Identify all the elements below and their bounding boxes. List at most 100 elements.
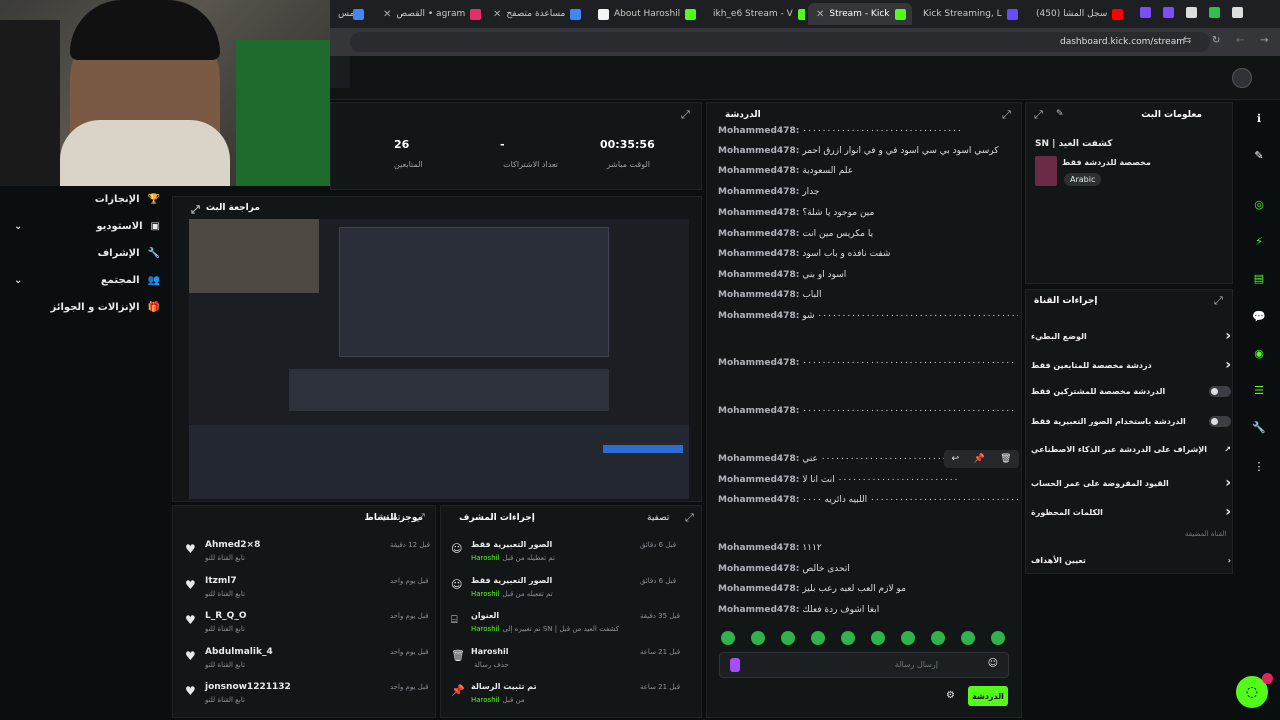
chat-username[interactable]: Mohammed478: [718, 584, 799, 594]
chat-username[interactable]: Mohammed478: [718, 290, 799, 300]
activity-username[interactable]: jonsnow1221132 [205, 682, 291, 692]
expand-icon[interactable]: ⤢ [191, 203, 200, 217]
mod-action-user[interactable]: Haroshil [471, 696, 500, 704]
camera-icon[interactable]: ◎ [1247, 192, 1271, 216]
extension-icon[interactable] [1163, 7, 1174, 18]
sidebar-item-studio[interactable]: ⌄ الاستوديو ▣ [2, 213, 172, 239]
expand-icon[interactable]: ⤢ [685, 511, 694, 525]
chat-username[interactable]: Mohammed478: [718, 605, 799, 615]
install-icon[interactable]: ⇆ [1183, 35, 1191, 46]
browser-tab-active[interactable]: ✕ Stream - Kick [808, 3, 912, 25]
close-icon[interactable]: ✕ [383, 9, 391, 20]
channel-option[interactable]: القيود المفروضة على عمر الحساب › [1031, 475, 1231, 491]
emote-icon[interactable] [961, 631, 975, 645]
header-search-stub[interactable] [330, 56, 350, 88]
sidebar-item-moderation[interactable]: الإشراف 🔧 [2, 240, 172, 266]
chat-username[interactable]: Mohammed478: [718, 187, 799, 197]
browser-tab[interactable]: ✕ القصص • agram [375, 3, 485, 25]
edit-icon[interactable]: ✎ [1056, 109, 1064, 119]
browser-tab[interactable]: Kick Streaming, L [915, 3, 1025, 25]
browser-tab[interactable]: (450) سجل المشا [1028, 3, 1128, 25]
reload-icon[interactable]: ↻ [1212, 35, 1220, 46]
expand-icon[interactable]: ⤢ [1002, 108, 1011, 122]
emote-icon[interactable] [841, 631, 855, 645]
extension-icon[interactable] [1186, 7, 1197, 18]
broadcast-icon[interactable]: ◉ [1247, 341, 1271, 365]
close-icon[interactable]: ✕ [816, 9, 824, 20]
extension-icon[interactable] [1209, 7, 1220, 18]
chat-username[interactable]: Mohammed478: [718, 543, 799, 553]
browser-tab[interactable]: ✕ مساعدة متصفح [485, 3, 585, 25]
chat-username[interactable]: Mohammed478: [718, 229, 799, 239]
stream-video[interactable] [189, 219, 689, 499]
emoji-icon[interactable]: ☺ [988, 658, 998, 669]
activity-username[interactable]: Ahmed2×8 [205, 540, 260, 550]
chat-icon[interactable]: 💬 [1247, 304, 1271, 328]
emote-icon[interactable] [931, 631, 945, 645]
extension-icon[interactable] [1232, 7, 1243, 18]
emote-icon[interactable] [991, 631, 1005, 645]
mod-action-user[interactable]: Haroshil [471, 554, 500, 562]
avatar[interactable] [1232, 68, 1252, 88]
chat-username[interactable]: Mohammed478: [718, 126, 799, 136]
reply-icon[interactable]: ↩ [951, 454, 959, 464]
emote-icon[interactable] [751, 631, 765, 645]
chat-send-button[interactable]: الدردشة [968, 686, 1008, 706]
info-icon[interactable]: ℹ [1247, 106, 1271, 130]
external-link-icon[interactable]: ↗ [1224, 445, 1231, 454]
channel-option[interactable]: الكلمات المحظورة › [1031, 504, 1231, 520]
sidebar-item-achievements[interactable]: الإنجازات 🏆 [2, 186, 172, 212]
grid-icon[interactable]: ⋮ [1247, 454, 1271, 478]
emote-icon[interactable] [721, 631, 735, 645]
chat-username[interactable]: Mohammed478: [718, 495, 799, 505]
activity-username[interactable]: L_R_Q_O [205, 611, 246, 621]
forward-icon[interactable]: → [1260, 35, 1268, 46]
expand-icon[interactable]: ⤢ [1034, 108, 1043, 122]
back-icon[interactable]: ← [1236, 35, 1244, 46]
pencil-icon[interactable]: ✎ [1247, 143, 1271, 167]
stream-category[interactable]: مخصصة للدردشة فقط [1062, 158, 1151, 167]
lightning-icon[interactable]: ⚡ [1247, 229, 1271, 253]
pin-icon[interactable]: 📌 [974, 454, 985, 464]
channel-option[interactable]: الوضع البطيء › [1031, 328, 1231, 344]
gear-icon[interactable]: ⚙ [946, 690, 955, 701]
chat-username[interactable]: Mohammed478: [718, 311, 799, 321]
chat-username[interactable]: Mohammed478: [718, 208, 799, 218]
chat-username[interactable]: Mohammed478: [718, 358, 799, 368]
close-icon[interactable]: ✕ [493, 9, 501, 20]
sidebar-item-community[interactable]: ⌄ المجتمع 👥 [2, 267, 172, 293]
chat-username[interactable]: Mohammed478: [718, 475, 799, 485]
activity-username[interactable]: Abdulmalik_4 [205, 647, 273, 657]
chat-input[interactable]: إرسال رسالة ☺ [719, 652, 1009, 678]
extension-icon[interactable] [1140, 7, 1151, 18]
chat-username[interactable]: Mohammed478: [718, 270, 799, 280]
channel-option[interactable]: الدردشة باستخدام الصور التعبيرية فقط [1031, 416, 1231, 427]
emote-icon[interactable] [811, 631, 825, 645]
channel-option[interactable]: دردشة مخصصة للمتابعين فقط › [1031, 357, 1231, 373]
browser-tab[interactable]: About Haroshil [590, 3, 700, 25]
mod-action-user[interactable]: Haroshil [471, 590, 500, 598]
browser-tab[interactable] [345, 3, 375, 25]
chat-username[interactable]: Mohammed478: [718, 146, 799, 156]
toggle-switch[interactable] [1209, 416, 1231, 427]
activity-username[interactable]: Itzml7 [205, 576, 237, 586]
expand-icon[interactable]: ⤢ [416, 511, 425, 525]
emote-icon[interactable] [781, 631, 795, 645]
mic-icon[interactable] [730, 658, 740, 672]
chat-username[interactable]: Mohammed478: [718, 406, 799, 416]
set-goals-button[interactable]: تعيين الأهداف › [1031, 556, 1231, 565]
list-icon[interactable]: ☰ [1247, 378, 1271, 402]
chat-username[interactable]: Mohammed478: [718, 249, 799, 259]
chat-username[interactable]: Mohammed478: [718, 454, 799, 464]
expand-icon[interactable]: ⤢ [1214, 294, 1223, 308]
channel-option[interactable]: الدردشة مخصصة للمشتركين فقط [1031, 386, 1231, 397]
chat-username[interactable]: Mohammed478: [718, 564, 799, 574]
emote-icon[interactable] [901, 631, 915, 645]
toggle-switch[interactable] [1209, 386, 1231, 397]
delete-icon[interactable]: 🗑 [1000, 454, 1011, 464]
channel-option[interactable]: الإشراف على الدردشة عبر الذكاء الاصطناعي… [1031, 445, 1231, 454]
sidebar-item-drops[interactable]: الإنزالات و الجوائز 🎁 [2, 294, 172, 320]
filter-button[interactable]: تصفية [378, 513, 400, 523]
expand-icon[interactable]: ⤢ [681, 108, 690, 122]
clipboard-icon[interactable]: ▤ [1247, 266, 1271, 290]
